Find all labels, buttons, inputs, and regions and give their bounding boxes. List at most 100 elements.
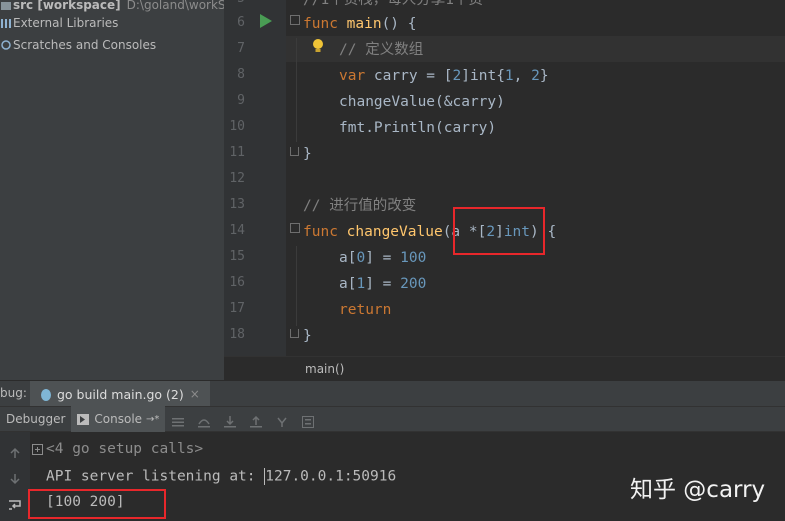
up-arrow-icon[interactable] (9, 444, 21, 463)
project-item-label: Scratches and Consoles (13, 38, 157, 52)
code-token: a[ (339, 276, 357, 292)
code-token: 1 (356, 276, 366, 292)
code-line: return (339, 302, 392, 318)
expand-icon[interactable] (32, 444, 43, 455)
code-token: changeValue (346, 224, 443, 240)
code-token: () { (381, 16, 417, 32)
tab-label: Debugger (6, 412, 66, 426)
code-line: // 进行值的改变 (303, 198, 417, 214)
code-token: ] (461, 68, 470, 84)
line-number: 11 (229, 145, 245, 160)
down-arrow-icon[interactable] (9, 470, 21, 489)
code-token: ] = (365, 250, 401, 266)
lightbulb-icon[interactable] (312, 38, 324, 54)
line-number: 14 (229, 223, 245, 238)
evaluate-icon[interactable] (302, 413, 315, 428)
run-to-cursor-icon[interactable] (276, 413, 288, 427)
tab-label: Console (94, 412, 143, 426)
line-number: 15 (229, 249, 245, 264)
debug-toolbar: Debugger Console →* (0, 406, 785, 432)
line-number: 5 (224, 0, 245, 6)
step-over-icon[interactable] (198, 413, 211, 428)
console-text: 127.0.0.1:50916 (265, 468, 397, 485)
line-number: 16 (229, 275, 245, 290)
code-token: { (496, 68, 505, 84)
code-token: int (469, 68, 497, 84)
line-number: 8 (237, 67, 245, 82)
indent-guide (296, 246, 297, 326)
console-line: API server listening at: 127.0.0.1:50916 (46, 468, 396, 485)
project-item-external-libraries[interactable]: External Libraries (0, 12, 224, 34)
breadcrumb-item[interactable]: main() (305, 362, 344, 376)
library-icon (1, 17, 11, 29)
code-token: func (303, 224, 338, 240)
scratches-icon (1, 39, 11, 51)
watermark: 知乎 @carry (630, 477, 766, 503)
console-line-setup-calls[interactable]: <4 go setup calls> (46, 441, 203, 457)
param-highlight-box (453, 207, 545, 255)
close-icon[interactable]: × (190, 387, 200, 401)
code-token: , (513, 68, 532, 84)
run-config-tab[interactable]: go build main.go (2) × (30, 381, 210, 407)
line-number: 18 (229, 327, 245, 342)
code-line: a[1] = 200 (339, 271, 426, 297)
console-gutter (0, 432, 30, 521)
console-text: API server listening at: (46, 468, 265, 485)
code-token: ] = (365, 276, 401, 292)
fold-marker[interactable] (290, 223, 300, 233)
run-gutter-icon[interactable] (260, 14, 272, 28)
menu-icon[interactable] (172, 413, 185, 427)
tab-console[interactable]: Console →* (71, 406, 166, 432)
line-number: 6 (237, 15, 245, 30)
code-token: main (346, 16, 382, 32)
code-line: func main() { (303, 11, 417, 37)
code-token: } (539, 68, 549, 84)
code-token: a[ (339, 250, 357, 266)
code-editor[interactable]: 5 6 7 8 9 10 11 12 13 14 15 16 17 18 //1… (224, 0, 785, 356)
code-line: } (303, 146, 312, 162)
gopher-icon (40, 387, 52, 401)
code-token: 2 (531, 68, 540, 84)
console-icon (77, 413, 90, 425)
fold-marker[interactable] (290, 329, 299, 338)
project-item-path: D:\goland\workSpa (126, 0, 224, 12)
folder-icon (1, 0, 11, 11)
code-token: 100 (400, 250, 427, 266)
tab-debugger[interactable]: Debugger (0, 406, 71, 432)
fold-marker[interactable] (290, 15, 300, 25)
line-number: 9 (237, 93, 245, 108)
code-token: func (303, 16, 338, 32)
line-number: 17 (229, 301, 245, 316)
project-item-scratches[interactable]: Scratches and Consoles (0, 34, 224, 56)
code-line: fmt.Println(carry) (339, 120, 497, 136)
code-token: var (339, 68, 366, 84)
code-line: var carry = [2]int{1, 2} (339, 63, 549, 89)
indent-guide (296, 38, 297, 142)
run-config-label: go build main.go (2) (57, 386, 184, 402)
line-number: 12 (229, 171, 245, 186)
code-token: carry = [ (365, 68, 453, 84)
code-line: // 定义数组 (339, 42, 424, 58)
code-token: 0 (356, 250, 366, 266)
project-panel: src [workspace] D:\goland\workSpa Extern… (0, 0, 224, 356)
pin-icon[interactable]: →* (146, 414, 159, 425)
breadcrumb: main() (224, 356, 785, 380)
code-token: 1 (504, 68, 514, 84)
project-item-label: External Libraries (13, 16, 119, 30)
debug-tab-bar: bug: go build main.go (2) × (0, 380, 785, 407)
code-line: a[0] = 100 (339, 245, 426, 271)
step-into-icon[interactable] (224, 413, 237, 428)
code-token: 200 (400, 276, 427, 292)
fold-marker[interactable] (290, 147, 299, 156)
step-out-icon[interactable] (250, 413, 263, 428)
project-panel-bottom (0, 356, 224, 380)
code-line: } (303, 328, 312, 344)
project-item-label: src [workspace] (13, 0, 121, 12)
line-number: 10 (229, 119, 245, 134)
debug-title: bug: (0, 386, 27, 400)
code-token: 2 (452, 68, 462, 84)
soft-wrap-icon[interactable] (8, 496, 22, 515)
line-number: 7 (237, 41, 245, 56)
result-highlight-box (28, 489, 166, 519)
line-number: 13 (229, 197, 245, 212)
